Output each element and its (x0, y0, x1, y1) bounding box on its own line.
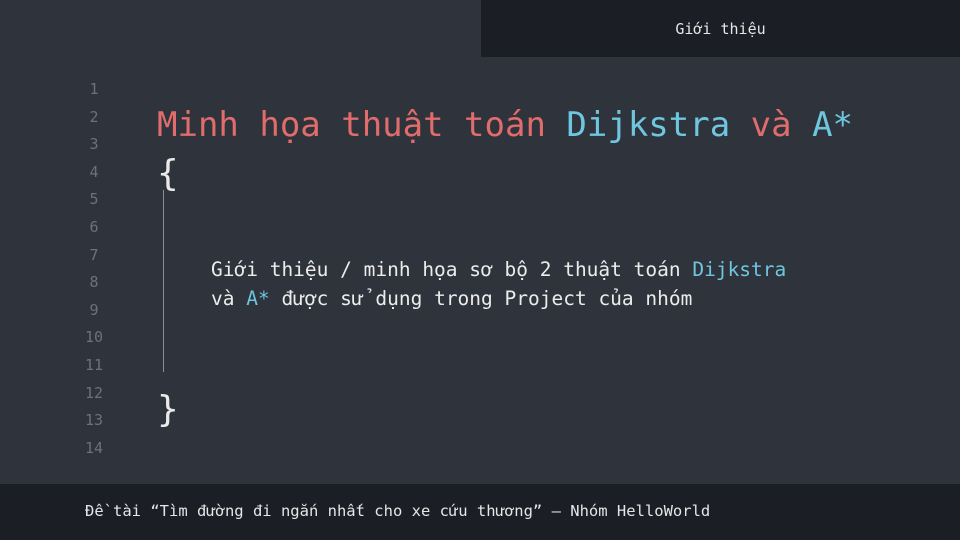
line-number-gutter: 1 2 3 4 5 6 7 8 9 10 11 12 13 14 (68, 78, 120, 464)
description-text: Giới thiệu / minh họa sơ bộ 2 thuật toán (211, 258, 693, 281)
description-text: và (211, 286, 247, 310)
description-line-2: và A* được sử dụng trong Project của nhó… (211, 285, 786, 314)
section-tab-label: Giới thiệu (675, 19, 766, 38)
slide-title: Minh họa thuật toán Dijkstra và A* (157, 102, 853, 148)
line-number: 9 (89, 300, 99, 319)
line-number: 4 (89, 162, 99, 181)
line-number: 13 (84, 411, 104, 430)
description-astar: A* (246, 286, 270, 310)
close-brace: } (157, 389, 179, 430)
title-text-prefix: Minh họa thuật toán (157, 105, 567, 145)
title-dijkstra: Dijkstra (566, 105, 731, 145)
line-number: 1 (89, 80, 99, 98)
title-astar: A* (812, 105, 854, 145)
line-number: 11 (84, 355, 104, 374)
description-text: được sử dụng trong Project của nhóm (269, 286, 693, 310)
description-line-1: Giới thiệu / minh họa sơ bộ 2 thuật toán… (211, 256, 786, 285)
indent-guide (163, 190, 164, 372)
line-number: 10 (84, 328, 104, 347)
description: Giới thiệu / minh họa sơ bộ 2 thuật toán… (211, 256, 786, 313)
line-number: 12 (84, 383, 104, 402)
footer-bar: Đề tài “Tìm đường đi ngắn nhất cho xe cứ… (0, 484, 960, 540)
footer-text: Đề tài “Tìm đường đi ngắn nhất cho xe cứ… (85, 502, 711, 520)
line-number: 14 (84, 438, 104, 457)
slide: Giới thiệu 1 2 3 4 5 6 7 8 9 10 11 12 13… (0, 0, 960, 540)
open-brace: { (157, 153, 179, 194)
line-number: 5 (89, 190, 99, 209)
line-number: 8 (89, 273, 99, 292)
line-number: 6 (89, 217, 99, 236)
section-tab: Giới thiệu (481, 0, 960, 57)
description-dijkstra: Dijkstra (692, 258, 787, 281)
line-number: 2 (89, 107, 99, 126)
line-number: 3 (89, 135, 99, 154)
title-text-conjunction: và (730, 105, 813, 145)
line-number: 7 (89, 245, 99, 264)
